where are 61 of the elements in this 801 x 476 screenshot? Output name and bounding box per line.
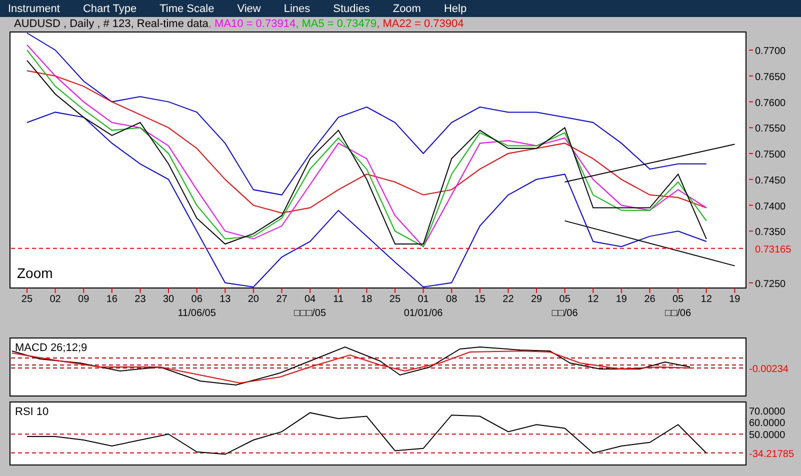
- price-axis-label: 0.7550: [755, 124, 786, 135]
- date-axis-label: 08: [446, 294, 458, 305]
- zoom-label: Zoom: [17, 265, 53, 281]
- price-axis-label: 0.7450: [755, 175, 786, 186]
- date-axis-label: 15: [474, 294, 486, 305]
- month-axis-label: 01/01/06: [404, 308, 443, 319]
- price-axis-label: 0.7650: [755, 72, 786, 83]
- date-axis-label: 13: [220, 294, 231, 305]
- date-axis-label: 06: [191, 294, 202, 305]
- date-axis-label: 19: [616, 294, 627, 305]
- date-axis-label: 02: [50, 294, 61, 305]
- price-axis-label: 0.7500: [755, 150, 786, 161]
- menu-item[interactable]: Time Scale: [160, 2, 214, 14]
- macd-reading: -0.00234: [749, 364, 788, 375]
- month-axis-label: □□/06: [665, 308, 692, 319]
- date-axis-label: 29: [530, 294, 542, 305]
- price-axis-label: 0.7400: [755, 201, 786, 212]
- rsi-title: RSI 10: [15, 406, 49, 418]
- date-axis-label: 30: [162, 294, 174, 305]
- date-axis-label: 19: [729, 294, 740, 305]
- date-axis-label: 22: [502, 294, 514, 305]
- price-axis-label: 0.7250: [755, 278, 786, 290]
- menu-item[interactable]: Studies: [333, 2, 370, 14]
- indicator-value: , MA10 = 0.73914: [208, 18, 296, 30]
- macd-title: MACD 26;12;9: [15, 342, 88, 354]
- date-axis-label: 20: [248, 294, 259, 305]
- indicator-value: , MA22 = 0.73904: [376, 18, 464, 30]
- month-axis-label: 11/06/05: [178, 308, 216, 319]
- date-axis-label: 26: [644, 294, 656, 305]
- date-axis-label: 11: [333, 294, 344, 305]
- date-axis-label: 12: [588, 294, 599, 305]
- menu-item[interactable]: Lines: [284, 2, 310, 14]
- indicator-value: , MA5 = 0.73479: [296, 18, 377, 30]
- rsi-reading: -34.21785: [749, 448, 794, 460]
- menu-item[interactable]: Help: [444, 2, 467, 14]
- menu-item[interactable]: View: [237, 2, 261, 14]
- price-axis-label: 0.7350: [755, 227, 786, 238]
- menu-item[interactable]: Instrument: [8, 2, 60, 14]
- date-axis-label: 25: [389, 294, 401, 305]
- rsi-axis-label: 70.0000: [749, 406, 786, 418]
- price-level-label: 0.73165: [755, 244, 792, 256]
- month-axis-label: □□□/05: [294, 308, 326, 319]
- date-axis-label: 16: [106, 294, 118, 305]
- date-axis-label: 05: [672, 294, 684, 305]
- month-axis-label: □□/06: [552, 308, 578, 319]
- date-axis-label: 05: [559, 294, 570, 305]
- date-axis-label: 01: [418, 294, 429, 305]
- menu-item[interactable]: Zoom: [392, 2, 421, 14]
- price-axis-label: 0.7700: [755, 46, 786, 58]
- date-axis-label: 09: [78, 294, 90, 305]
- rsi-axis-label: 50.0000: [749, 430, 786, 442]
- date-axis-label: 27: [276, 294, 288, 305]
- date-axis-label: 12: [700, 294, 712, 305]
- rsi-axis-label: 60.0000: [749, 418, 786, 430]
- menu-item[interactable]: Chart Type: [82, 2, 137, 14]
- price-axis-label: 0.7600: [755, 98, 786, 109]
- date-axis-label: 18: [361, 294, 372, 305]
- date-axis-label: 23: [134, 294, 146, 305]
- date-axis-label: 04: [304, 294, 316, 305]
- date-axis-label: 25: [21, 294, 33, 305]
- instrument-info: AUDUSD , Daily , # 123, Real-time data: [14, 18, 208, 30]
